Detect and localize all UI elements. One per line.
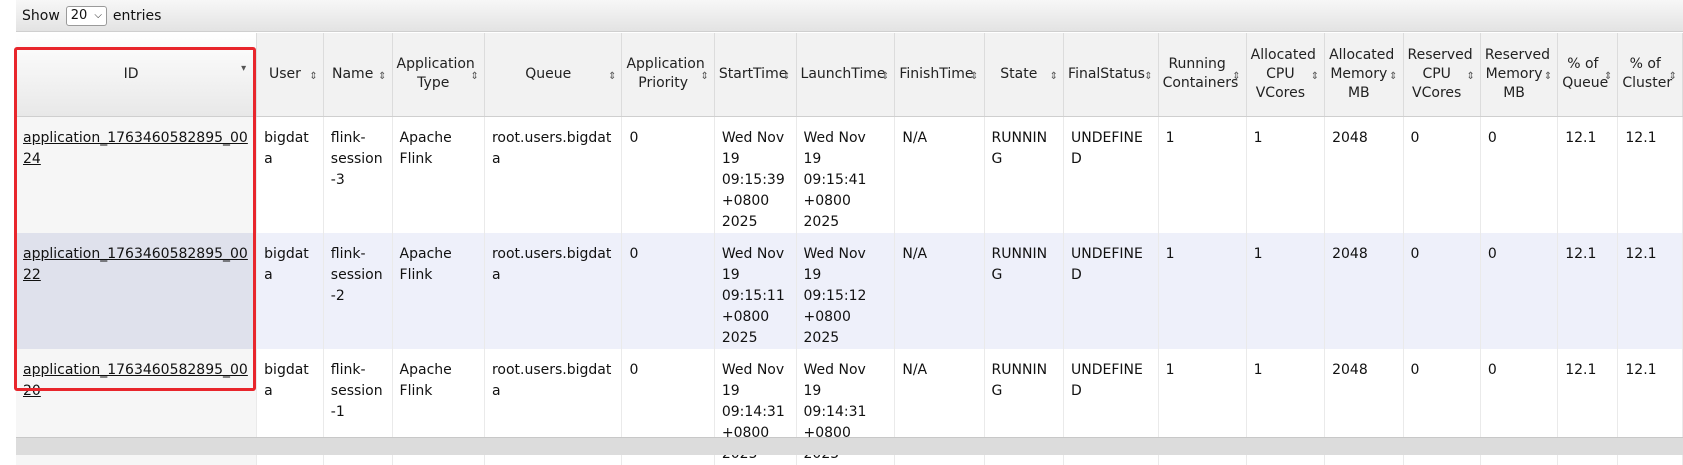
column-header-id[interactable]: ID ▾ [16, 33, 258, 117]
column-header-state[interactable]: State ⇕ [984, 33, 1065, 117]
cell-app-type: Apache Flink [392, 232, 485, 349]
cell-priority: 0 [621, 232, 715, 349]
column-header-name[interactable]: Name ⇕ [323, 33, 393, 117]
cell-reserved-memory: 0 [1480, 232, 1559, 349]
cell-user: bigdata [256, 116, 324, 233]
cell-percent-queue: 12.1 [1557, 232, 1619, 349]
column-header-launchtime[interactable]: LaunchTime ⇕ [796, 33, 896, 117]
cell-finalstatus: UNDEFINED [1063, 116, 1159, 233]
cell-allocated-memory: 2048 [1324, 232, 1404, 349]
entries-label: entries [112, 7, 162, 24]
application-link[interactable]: application_1763460582895_0020 [23, 362, 248, 399]
cell-running-containers: 1 [1158, 116, 1247, 233]
cell-percent-cluster: 12.1 [1617, 116, 1683, 233]
cell-name: flink-session-2 [323, 232, 393, 349]
cell-priority: 0 [621, 116, 715, 233]
applications-panel: Show 20 ⌵ entries ID ▾ User ⇕ Name ⇕ Applic… [16, 0, 1683, 465]
sort-icon: ⇕ [1543, 70, 1553, 82]
cell-id: application_1763460582895_0022 [16, 232, 258, 349]
column-header-application-type[interactable]: Application Type ⇕ [392, 33, 485, 117]
cell-queue: root.users.bigdata [484, 116, 623, 233]
cell-allocated-cpu: 1 [1246, 116, 1326, 233]
cell-name: flink-session-3 [323, 116, 393, 233]
cell-allocated-cpu: 1 [1246, 232, 1326, 349]
sort-icon: ⇕ [880, 70, 890, 82]
sort-icon: ⇕ [1668, 70, 1677, 82]
cell-reserved-cpu: 0 [1403, 116, 1481, 233]
cell-finishtime: N/A [894, 232, 985, 349]
cell-queue: root.users.bigdata [484, 232, 623, 349]
chevron-down-icon: ⌵ [94, 10, 102, 21]
table-row: application_1763460582895_0022 bigdata f… [16, 232, 1683, 349]
column-header-user[interactable]: User ⇕ [256, 33, 324, 117]
sort-icon: ⇕ [700, 70, 709, 82]
cell-allocated-memory: 2048 [1324, 116, 1404, 233]
cell-finishtime: N/A [894, 116, 985, 233]
column-header-starttime[interactable]: StartTime ⇕ [714, 33, 797, 117]
show-label: Show [22, 7, 60, 24]
entries-select-value: 20 [70, 8, 88, 23]
sort-icon: ⇕ [608, 70, 617, 82]
sort-icon: ⇕ [1144, 70, 1153, 82]
cell-reserved-memory: 0 [1480, 116, 1559, 233]
column-header-reserved-memory[interactable]: Reserved Memory MB ⇕ [1480, 33, 1559, 117]
cell-running-containers: 1 [1158, 232, 1247, 349]
cell-finalstatus: UNDEFINED [1063, 232, 1159, 349]
sort-icon: ⇕ [309, 70, 318, 82]
applications-table: ID ▾ User ⇕ Name ⇕ Application Type ⇕ Queue ⇕… [16, 33, 1683, 465]
column-header-running-containers[interactable]: Running Containers ⇕ [1158, 33, 1247, 117]
cell-starttime: Wed Nov 19 09:15:39 +0800 2025 [714, 116, 797, 233]
column-header-reserved-cpu[interactable]: Reserved CPU VCores ⇕ [1403, 33, 1481, 117]
cell-percent-cluster: 12.1 [1617, 232, 1683, 349]
sort-icon: ⇕ [378, 70, 387, 82]
sort-icon: ⇕ [782, 70, 791, 82]
column-header-percent-queue[interactable]: % of Queue ⇕ [1557, 33, 1619, 117]
column-header-application-priority[interactable]: Application Priority ⇕ [621, 33, 715, 117]
sort-icon: ⇕ [1310, 70, 1320, 82]
sort-icon: ⇕ [1466, 70, 1475, 82]
cell-reserved-cpu: 0 [1403, 232, 1481, 349]
table-controls: Show 20 ⌵ entries [16, 0, 1683, 32]
sort-icon: ⇕ [1604, 70, 1613, 82]
sort-icon: ⇕ [1389, 70, 1398, 82]
entries-select[interactable]: 20 ⌵ [65, 5, 107, 26]
table-row: application_1763460582895_0024 bigdata f… [16, 116, 1683, 233]
column-header-allocated-cpu[interactable]: Allocated CPU VCores ⇕ [1246, 33, 1326, 117]
cell-app-type: Apache Flink [392, 116, 485, 233]
sort-desc-icon: ▾ [241, 62, 247, 74]
application-link[interactable]: application_1763460582895_0022 [23, 246, 248, 283]
sort-icon: ⇕ [1049, 70, 1059, 82]
column-header-queue[interactable]: Queue ⇕ [484, 33, 623, 117]
cell-state: RUNNING [984, 116, 1065, 233]
cell-starttime: Wed Nov 19 09:15:11 +0800 2025 [714, 232, 797, 349]
column-header-allocated-memory[interactable]: Allocated Memory MB ⇕ [1324, 33, 1404, 117]
column-header-finalstatus[interactable]: FinalStatus ⇕ [1063, 33, 1159, 117]
sort-icon: ⇕ [470, 70, 479, 82]
sort-icon: ⇕ [1232, 70, 1241, 82]
cell-launchtime: Wed Nov 19 09:15:41 +0800 2025 [796, 116, 896, 233]
application-link[interactable]: application_1763460582895_0024 [23, 130, 248, 167]
cell-user: bigdata [256, 232, 324, 349]
column-header-percent-cluster[interactable]: % of Cluster ⇕ [1617, 33, 1683, 117]
cell-percent-queue: 12.1 [1557, 116, 1619, 233]
cell-launchtime: Wed Nov 19 09:15:12 +0800 2025 [796, 232, 896, 349]
column-header-finishtime[interactable]: FinishTime ⇕ [894, 33, 985, 117]
sort-icon: ⇕ [970, 70, 979, 82]
cell-state: RUNNING [984, 232, 1065, 349]
cell-id: application_1763460582895_0024 [16, 116, 258, 233]
horizontal-scrollbar[interactable] [16, 437, 1683, 455]
